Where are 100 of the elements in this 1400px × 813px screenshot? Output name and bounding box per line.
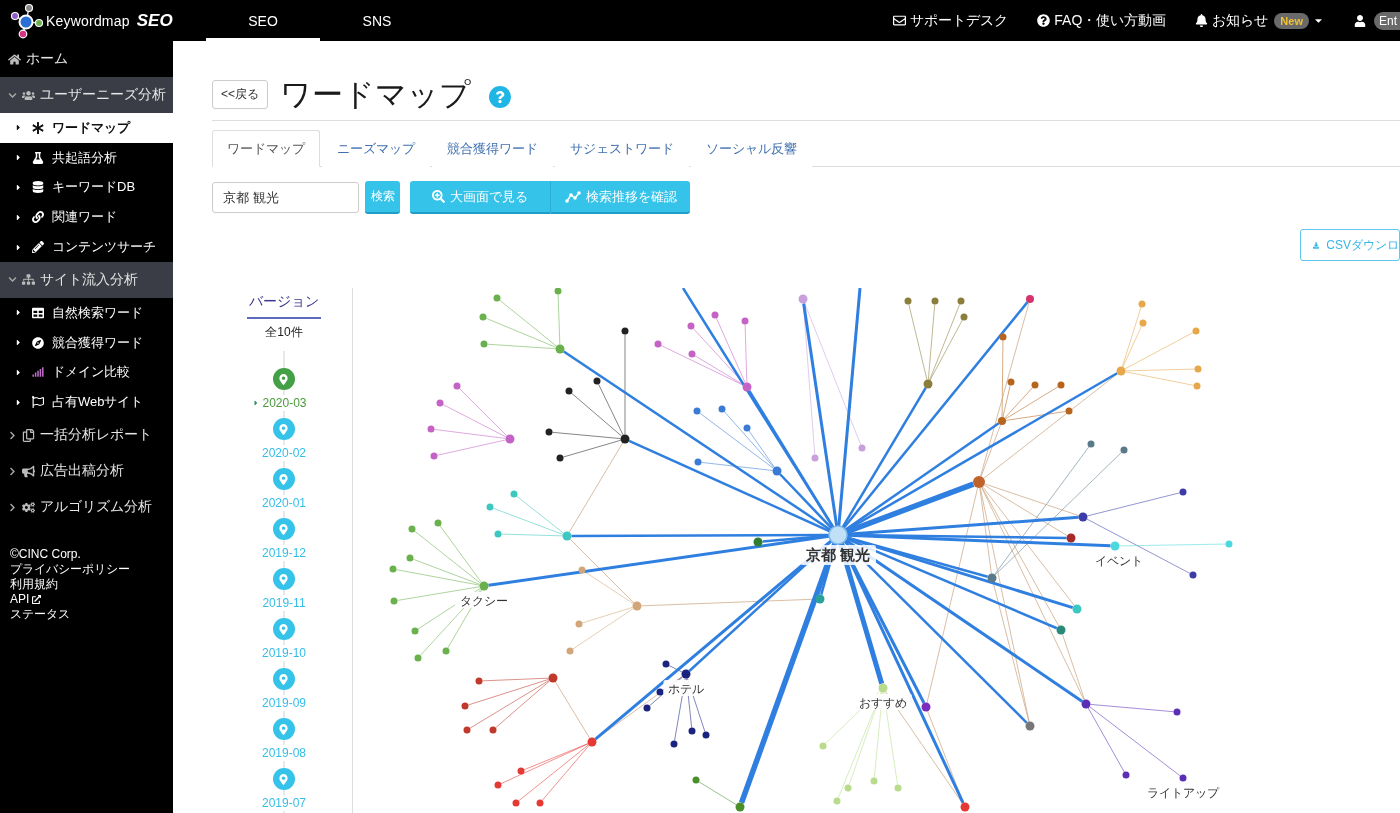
graph-node[interactable] — [1031, 381, 1039, 389]
location-pin-icon[interactable] — [273, 618, 295, 640]
nav-tab[interactable]: SEO — [206, 0, 320, 41]
tab[interactable]: ワードマップ — [212, 130, 320, 167]
graph-node[interactable] — [1225, 540, 1233, 548]
graph-node[interactable] — [1139, 319, 1147, 327]
graph-node[interactable] — [548, 673, 558, 683]
graph-node[interactable] — [621, 327, 629, 335]
graph-node[interactable] — [536, 799, 544, 807]
graph-node[interactable] — [999, 333, 1007, 341]
location-pin-icon[interactable] — [273, 518, 295, 540]
graph-node[interactable] — [1189, 571, 1197, 579]
graph-node[interactable] — [1179, 774, 1187, 782]
graph-node[interactable] — [566, 647, 574, 655]
graph-node[interactable] — [489, 726, 497, 734]
help-icon[interactable] — [489, 86, 511, 108]
location-pin-icon[interactable] — [273, 718, 295, 740]
graph-node[interactable] — [578, 566, 586, 574]
graph-node[interactable] — [894, 784, 902, 792]
graph-node[interactable] — [517, 767, 525, 775]
graph-node[interactable] — [1194, 365, 1202, 373]
graph-node[interactable] — [654, 340, 662, 348]
version-link[interactable]: 2020-03 — [252, 395, 307, 411]
graph-node[interactable] — [815, 594, 825, 604]
footer-link[interactable]: ステータス — [10, 607, 70, 623]
graph-node[interactable] — [480, 340, 488, 348]
graph-node[interactable] — [494, 781, 502, 789]
graph-node[interactable] — [1116, 366, 1126, 376]
location-pin-icon[interactable] — [273, 568, 295, 590]
graph-node[interactable] — [973, 476, 985, 488]
graph-node[interactable] — [687, 322, 695, 330]
graph-node[interactable] — [453, 382, 461, 390]
location-pin-icon[interactable] — [273, 668, 295, 690]
graph-node[interactable] — [1179, 488, 1187, 496]
graph-node[interactable] — [931, 297, 939, 305]
header-link[interactable]: お知らせ New — [1195, 11, 1324, 30]
graph-node[interactable] — [878, 683, 888, 693]
graph-node[interactable] — [436, 399, 444, 407]
graph-node[interactable] — [753, 537, 763, 547]
graph-node[interactable] — [408, 525, 416, 533]
sidebar-item[interactable]: ワードマップ — [0, 113, 173, 143]
header-link[interactable]: サポートデスク — [893, 11, 1009, 30]
graph-node[interactable] — [741, 317, 749, 325]
graph-node[interactable] — [486, 503, 494, 511]
graph-node[interactable] — [575, 620, 583, 628]
graph-node[interactable] — [819, 742, 827, 750]
graph-node[interactable] — [414, 654, 422, 662]
graph-node[interactable] — [987, 573, 997, 583]
graph-node[interactable] — [479, 581, 489, 591]
graph-node[interactable] — [1078, 512, 1088, 522]
graph-node[interactable] — [957, 297, 965, 305]
graph-node[interactable] — [681, 669, 691, 679]
graph-node[interactable] — [1110, 541, 1120, 551]
graph-node[interactable] — [390, 597, 398, 605]
graph-node[interactable] — [921, 702, 931, 712]
back-button[interactable]: <<戻る — [212, 79, 268, 109]
graph-node[interactable] — [1138, 300, 1146, 308]
graph-node[interactable] — [430, 452, 438, 460]
graph-node[interactable] — [463, 726, 471, 734]
graph-node[interactable] — [555, 344, 565, 354]
graph-node[interactable] — [693, 407, 701, 415]
graph-node[interactable] — [960, 313, 968, 321]
graph-node[interactable] — [643, 704, 651, 712]
graph-node[interactable] — [1056, 625, 1066, 635]
graph-node[interactable] — [565, 387, 573, 395]
header-link[interactable]: FAQ・使い方動画 — [1037, 11, 1167, 30]
graph-node[interactable] — [742, 382, 752, 392]
graph-node[interactable] — [1173, 708, 1181, 716]
center-node[interactable] — [828, 525, 848, 545]
location-pin-icon[interactable] — [273, 418, 295, 440]
graph-node[interactable] — [1120, 446, 1128, 454]
graph-node[interactable] — [1026, 295, 1034, 303]
graph-node[interactable] — [1081, 699, 1091, 709]
location-pin-icon[interactable] — [273, 468, 295, 490]
graph-node[interactable] — [1007, 378, 1015, 386]
graph-node[interactable] — [811, 454, 819, 462]
graph-node[interactable] — [510, 490, 518, 498]
graph-node[interactable] — [1025, 721, 1035, 731]
graph-node[interactable] — [711, 311, 719, 319]
graph-node[interactable] — [998, 417, 1006, 425]
footer-link[interactable]: 利用規約 — [10, 577, 58, 593]
graph-node[interactable] — [1066, 533, 1076, 543]
graph-node[interactable] — [461, 702, 469, 710]
graph-node[interactable] — [1192, 327, 1200, 335]
graph-node[interactable] — [620, 434, 630, 444]
graph-node[interactable] — [434, 519, 442, 527]
graph-node[interactable] — [694, 458, 702, 466]
graph-node[interactable] — [923, 379, 933, 389]
graph-node[interactable] — [545, 428, 553, 436]
sidebar-group[interactable]: サイト流入分析 — [0, 262, 173, 298]
graph-node[interactable] — [904, 297, 912, 305]
graph-node[interactable] — [587, 737, 597, 747]
graph-node[interactable] — [858, 444, 866, 452]
graph-node[interactable] — [718, 405, 726, 413]
graph-node[interactable] — [1193, 382, 1201, 390]
location-pin-icon[interactable] — [273, 368, 295, 390]
graph-node[interactable] — [1065, 407, 1073, 415]
footer-link[interactable]: プライバシーポリシー — [10, 562, 130, 578]
graph-node[interactable] — [562, 531, 572, 541]
graph-node[interactable] — [493, 294, 501, 302]
